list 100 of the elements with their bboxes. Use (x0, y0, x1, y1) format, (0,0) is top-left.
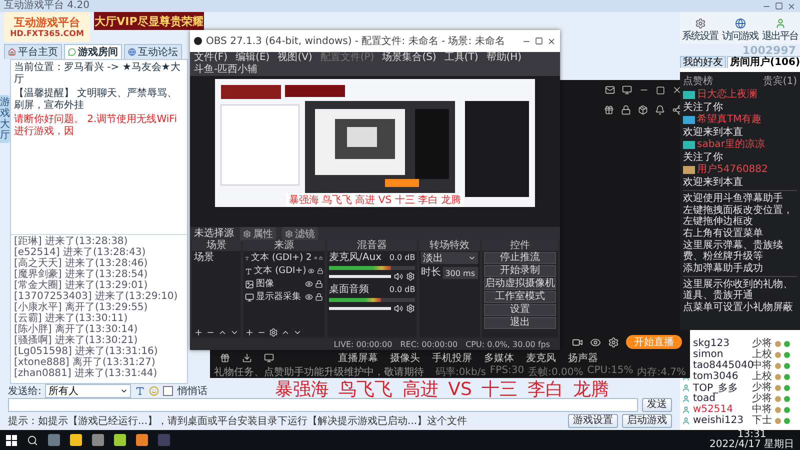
add-icon[interactable] (194, 328, 203, 337)
user-tab[interactable]: 房间用户(106) (727, 56, 800, 68)
speaker-icon[interactable] (394, 304, 404, 313)
panel-tab[interactable]: 点赞榜 (683, 74, 713, 88)
stream-stat: 码率:0kb/s (435, 366, 486, 378)
user-name[interactable]: TOP_多多 (693, 380, 749, 394)
nav-tab[interactable]: 游戏房间 (64, 44, 122, 59)
download-icon[interactable] (242, 353, 252, 363)
menu-item[interactable]: 视图(V) (278, 52, 312, 64)
duration-field[interactable]: 300 ms (443, 267, 478, 279)
source-item[interactable]: 文本 (GDI+) 2 (251, 252, 312, 264)
log-entry: [e52514] 进来了(13:28:43) (14, 247, 147, 258)
action-button[interactable]: 启动游戏 (622, 414, 672, 428)
eye-icon[interactable] (305, 280, 314, 288)
source-tool-button[interactable]: 麦克风 (526, 351, 556, 365)
package-icon[interactable] (638, 105, 648, 115)
menu-item[interactable]: 编辑(E) (236, 52, 270, 64)
control-button[interactable]: 开始录制 (484, 265, 556, 277)
nav-tab[interactable]: 互动论坛 (124, 44, 182, 59)
source-tool-button[interactable]: 手机投屏 (432, 351, 472, 365)
menu-item[interactable]: 工具(T) (444, 52, 478, 64)
dock-title: 来源 (243, 240, 326, 251)
recipient-select[interactable]: 所有人 (45, 384, 132, 398)
side-tab[interactable]: 游戏大厅 (0, 95, 10, 143)
menu-item[interactable]: 帮助(H) (486, 52, 522, 64)
user-rank: 少将 (752, 393, 772, 404)
bell-icon[interactable] (655, 105, 665, 115)
action-button[interactable]: 游戏设置 (568, 414, 618, 428)
source-bar-button[interactable]: 滤镜 (282, 226, 318, 240)
close-icon[interactable] (672, 85, 682, 95)
source-item[interactable]: 文本 (GDI+) (254, 265, 306, 277)
settings-icon[interactable] (269, 328, 278, 337)
font-icon[interactable] (135, 386, 146, 396)
monitor-icon[interactable] (264, 353, 274, 363)
camera-icon[interactable] (572, 336, 583, 348)
eye-icon[interactable] (305, 293, 314, 301)
monitor-icon[interactable] (622, 85, 632, 95)
whisper-label: 悄悄话 (177, 384, 208, 398)
up-icon[interactable] (281, 328, 290, 337)
settings-icon[interactable] (406, 304, 416, 313)
source-tool-button[interactable]: 摄像头 (390, 351, 420, 365)
toolbar-button[interactable]: 系统设置 (680, 12, 720, 44)
control-button[interactable]: 停止推流 (484, 252, 556, 264)
transition-select[interactable]: 淡出 (421, 252, 478, 264)
source-item[interactable]: 图像 (256, 278, 304, 290)
control-button[interactable]: 退出 (484, 317, 556, 329)
message-input[interactable] (8, 398, 638, 412)
up-icon[interactable] (218, 328, 227, 337)
nav-tab[interactable]: 平台主页 (4, 44, 62, 59)
user-name[interactable]: skg123 (693, 338, 749, 349)
search-icon[interactable] (27, 434, 38, 446)
source-tool-button[interactable]: 多媒体 (484, 351, 514, 365)
add-icon[interactable] (245, 328, 254, 337)
panel-tab[interactable]: 贵宾(1) (762, 74, 797, 88)
user-tab[interactable]: 我的好友 (680, 56, 726, 68)
close-icon[interactable] (787, 2, 796, 10)
lock-icon[interactable] (315, 293, 324, 301)
source-item[interactable]: 显示器采集 (256, 291, 304, 303)
control-button[interactable]: 设置 (484, 304, 556, 316)
lock-icon[interactable] (319, 254, 324, 262)
toolbar-button[interactable]: 访问游戏 (720, 12, 760, 44)
close-icon[interactable] (547, 36, 556, 46)
maximize-icon[interactable] (656, 86, 665, 94)
user-name[interactable]: weishi123 (693, 415, 749, 426)
caret-icon (120, 387, 128, 395)
lock-icon[interactable] (621, 105, 631, 115)
settings-icon[interactable] (608, 336, 619, 348)
settings-icon[interactable] (406, 272, 416, 281)
speaker-icon[interactable] (394, 272, 404, 281)
volume-slider[interactable] (329, 307, 392, 310)
user-name[interactable]: w52514 (693, 404, 749, 415)
toolbar-button[interactable]: 退出平台 (760, 12, 800, 44)
source-tool-button[interactable]: 扬声器 (568, 351, 598, 365)
down-icon[interactable] (293, 328, 302, 337)
monitor-source-icon (245, 292, 254, 302)
user-name[interactable]: toad (693, 393, 749, 404)
source-tool-button[interactable]: 直播屏幕 (338, 351, 378, 365)
menu-item[interactable]: 文件(F) (194, 52, 228, 64)
mail-icon[interactable] (605, 85, 615, 95)
gift-icon[interactable] (220, 353, 230, 363)
menu-item[interactable]: 斗鱼-匹西小辅 (194, 64, 258, 76)
start-icon[interactable] (6, 434, 17, 446)
lock-icon[interactable] (316, 267, 324, 275)
control-button[interactable]: 启动虚拟摄像机 (484, 278, 556, 290)
maximize-icon[interactable] (535, 37, 543, 45)
source-bar-button[interactable]: 属性 (240, 226, 276, 240)
lock-icon[interactable] (315, 280, 324, 288)
user-name[interactable]: tom3046 (693, 371, 749, 382)
scene-item[interactable]: 场景 (194, 252, 240, 264)
menu-item[interactable]: 场景集合(S) (382, 52, 436, 64)
eye-icon[interactable] (308, 267, 315, 275)
down-icon[interactable] (230, 328, 239, 337)
gift-icon[interactable] (604, 105, 614, 115)
event-text: 关注了你 (683, 102, 723, 113)
eye-icon[interactable] (590, 336, 601, 348)
whisper-checkbox[interactable] (163, 386, 174, 396)
control-button[interactable]: 工作室模式 (484, 291, 556, 303)
user-name[interactable]: simon (693, 349, 749, 360)
volume-slider[interactable] (329, 275, 392, 278)
send-button[interactable]: 发送 (642, 398, 672, 412)
